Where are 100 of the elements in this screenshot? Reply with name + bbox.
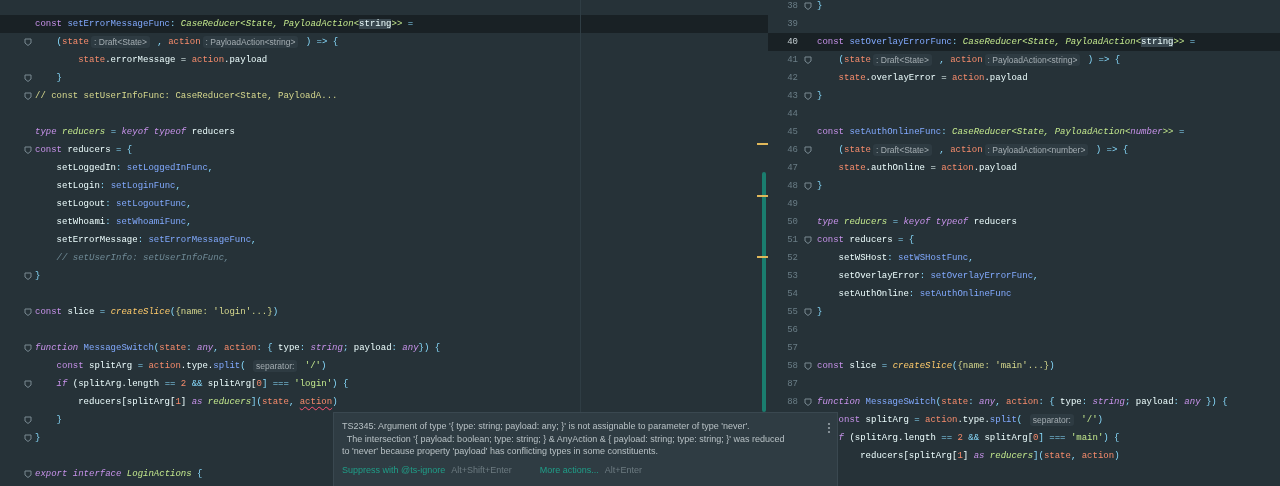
inlay-hint: : PayloadAction<string>	[202, 36, 299, 48]
code-text: ) => {	[1086, 55, 1121, 65]
fold-icon[interactable]	[803, 182, 812, 190]
code-text: (state	[55, 37, 90, 47]
inlay-hint: : PayloadAction<number>	[984, 144, 1089, 156]
warning-marker[interactable]	[757, 143, 768, 145]
code-text: }	[817, 91, 823, 101]
fold-icon[interactable]	[803, 308, 812, 316]
line-number: 43	[787, 91, 798, 101]
inlay-hint: : Draft<State>	[873, 144, 932, 156]
code-text: // const setUserInfoFunc: CaseReducer<State, PayloadA...	[35, 91, 338, 101]
fold-icon[interactable]	[24, 380, 32, 388]
code-text: const setErrorMessageFunc: CaseReducer<State, PayloadAction<string>> =	[35, 19, 414, 29]
line-number: 49	[787, 199, 798, 209]
fold-icon[interactable]	[803, 398, 812, 406]
inlay-hint: separator:	[1029, 414, 1074, 426]
line-number: 46	[787, 145, 798, 155]
code-text: , action	[938, 145, 983, 155]
error-message: TS2345: Argument of type '{ type: string; payload: any; }' is not assignable to parameter of type 'never'.	[342, 420, 750, 433]
line-number: 53	[787, 271, 798, 281]
action-link[interactable]: Suppress with @ts-ignore	[342, 464, 446, 475]
code-text: setLogin: setLoginFunc,	[55, 181, 181, 191]
code-text: setWhoami: setWhoamiFunc,	[55, 217, 192, 227]
code-text: // setUserInfo: setUserInfoFunc,	[55, 253, 230, 263]
inlay-hint: : Draft<State>	[873, 54, 932, 66]
fold-icon[interactable]	[803, 146, 812, 154]
code-text: reducers[splitArg[1] as reducers](state, action)	[859, 451, 1120, 461]
code-text: state.errorMessage = action.payload	[77, 55, 268, 65]
code-text: }	[35, 433, 41, 443]
code-text: '/')	[1080, 415, 1103, 425]
more-icon[interactable]	[827, 422, 831, 434]
line-number: 44	[787, 109, 798, 119]
line-number: 52	[787, 253, 798, 263]
warning-marker[interactable]	[757, 195, 768, 197]
code-text: function MessageSwitch(state: any, action: { type: string; payload: any}) {	[35, 343, 441, 353]
code-text: }	[55, 415, 62, 425]
code-text: '/')	[303, 361, 327, 371]
code-text: setAuthOnline: setAuthOnlineFunc	[837, 289, 1012, 299]
code-text: state.overlayError = action.payload	[837, 73, 1028, 83]
code-text: , action	[938, 55, 983, 65]
code-text: (state	[837, 55, 872, 65]
code-text: (state	[837, 145, 872, 155]
code-text: onst splitArg = action.type.split(	[837, 415, 1024, 425]
line-number: 55	[787, 307, 798, 317]
line-number: 50	[787, 217, 798, 227]
error-message: to 'never' because property 'payload' has conflicting types in some constituents.	[342, 445, 659, 458]
error-message: The intersection '{ payload: boolean; type: string; } & AnyAction & { payload: string; type: string; }' was reduced	[345, 432, 785, 445]
fold-icon[interactable]	[24, 344, 32, 352]
inlay-hint: : Draft<State>	[91, 36, 150, 48]
code-text: const reducers = {	[817, 235, 915, 245]
fold-icon[interactable]	[24, 416, 32, 424]
line-number: 54	[787, 289, 798, 299]
code-text: const slice = createSlice({name: 'main'...})	[817, 361, 1055, 371]
code-text: const reducers = {	[35, 145, 133, 155]
code-text: setLoggedIn: setLoggedInFunc,	[55, 163, 214, 173]
line-number: 39	[787, 19, 798, 29]
code-text: }	[55, 73, 62, 83]
code-text: }	[817, 307, 823, 317]
fold-icon[interactable]	[24, 74, 32, 82]
fold-icon[interactable]	[803, 362, 812, 370]
fold-icon[interactable]	[803, 236, 812, 244]
line-number: 41	[787, 55, 798, 65]
code-text: }	[817, 181, 823, 191]
line-number: 47	[787, 163, 798, 173]
code-text: setLogout: setLogoutFunc,	[55, 199, 192, 209]
code-text: const splitArg = action.type.split(	[55, 361, 247, 371]
line-number: 51	[787, 235, 798, 245]
code-text: const setAuthOnlineFunc: CaseReducer<State, PayloadAction<number>> =	[817, 127, 1185, 137]
action-link[interactable]: More actions...	[539, 464, 599, 475]
inlay-hint: separator:	[253, 360, 298, 372]
fold-icon[interactable]	[24, 146, 32, 154]
code-text: setWSHost: setWSHostFunc,	[837, 253, 974, 263]
code-text: state.authOnline = action.payload	[837, 163, 1017, 173]
line-number: 48	[787, 181, 798, 191]
fold-icon[interactable]	[24, 434, 32, 442]
code-text: if (splitArg.length == 2 && splitArg[0] === 'login') {	[55, 379, 349, 389]
fold-icon[interactable]	[24, 38, 32, 46]
code-text: const setOverlayErrorFunc: CaseReducer<State, PayloadAction<string>> =	[817, 37, 1196, 47]
line-number: 56	[787, 325, 798, 335]
warning-marker[interactable]	[757, 256, 768, 258]
shortcut-hint: Alt+Enter	[604, 464, 643, 475]
fold-icon[interactable]	[24, 272, 32, 280]
fold-icon[interactable]	[24, 308, 32, 316]
code-text: f (splitArg.length == 2 && splitArg[0] === 'main') {	[837, 433, 1120, 443]
fold-icon[interactable]	[803, 2, 812, 10]
code-text: ) => {	[304, 37, 339, 47]
shortcut-hint: Alt+Shift+Enter	[451, 464, 512, 475]
line-number: 87	[787, 379, 798, 389]
code-text: ) => {	[1094, 145, 1129, 155]
line-number: 57	[787, 343, 798, 353]
line-number: 58	[787, 361, 798, 371]
code-text: setErrorMessage: setErrorMessageFunc,	[55, 235, 257, 245]
fold-icon[interactable]	[24, 92, 32, 100]
line-number: 88	[787, 397, 798, 407]
code-text: type reducers = keyof typeof reducers	[35, 127, 235, 137]
fold-icon[interactable]	[803, 92, 812, 100]
fold-icon[interactable]	[803, 56, 812, 64]
code-text: export interface LoginActions {	[35, 469, 203, 479]
code-text: }	[817, 1, 823, 11]
fold-icon[interactable]	[24, 470, 32, 478]
